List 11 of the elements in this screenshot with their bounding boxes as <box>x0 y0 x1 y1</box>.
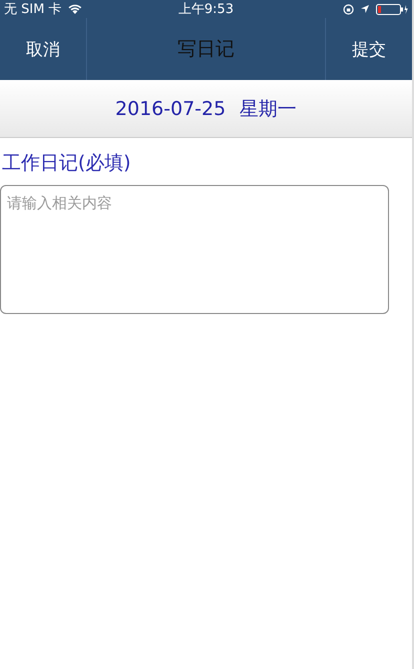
battery-icon <box>376 4 408 14</box>
location-icon <box>360 4 370 14</box>
wifi-icon <box>68 4 82 14</box>
screen-title: 写日记 <box>178 37 234 62</box>
rotation-lock-icon <box>343 4 354 14</box>
weekday-text: 星期一 <box>240 96 297 122</box>
date-text: 2016-07-25 <box>115 98 226 120</box>
carrier-name: 无 SIM 卡 <box>4 1 62 18</box>
status-time: 上午9:53 <box>178 1 234 18</box>
field-label: 工作日记(必填) <box>2 151 132 176</box>
diary-input-field[interactable]: 请输入相关内容 <box>0 185 389 314</box>
